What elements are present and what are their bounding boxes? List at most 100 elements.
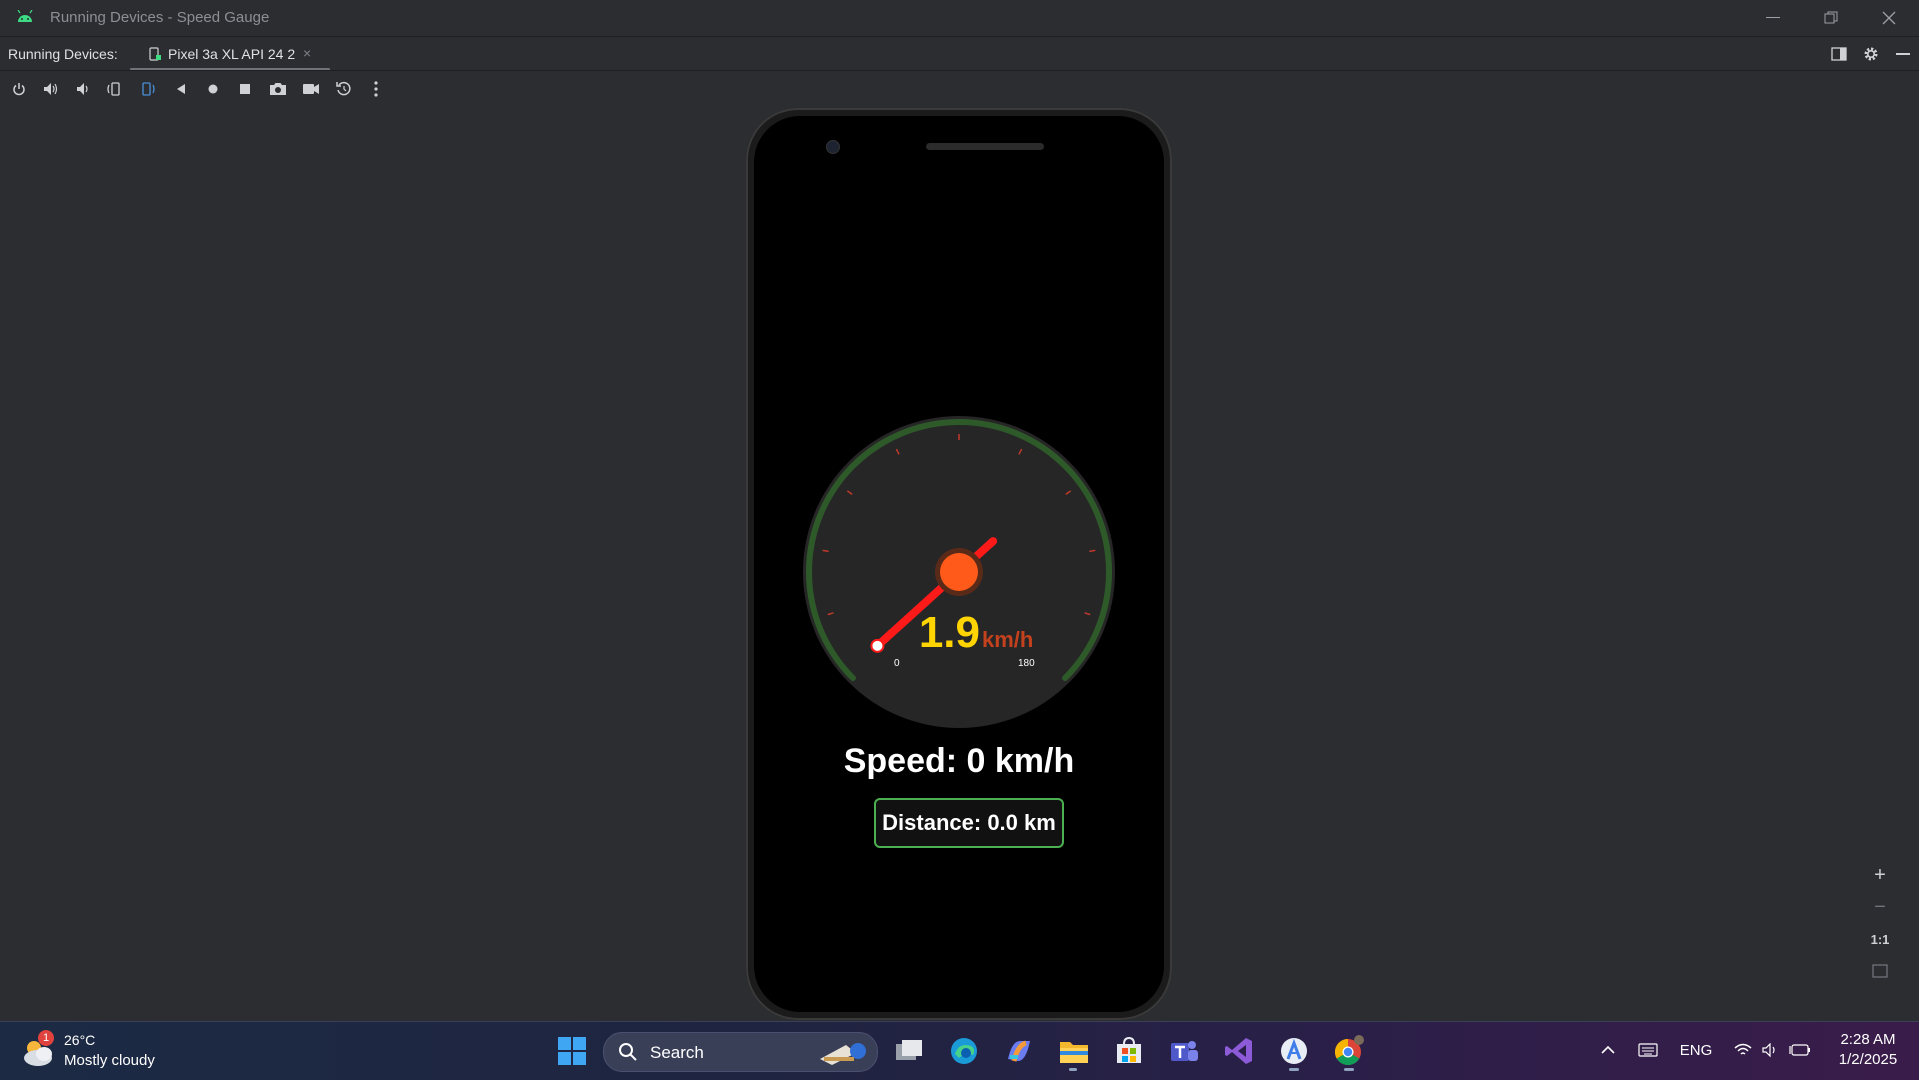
- home-icon: [208, 84, 218, 94]
- android-studio-button[interactable]: [1274, 1032, 1314, 1071]
- overview-icon: [240, 84, 250, 94]
- minimize-button[interactable]: [1758, 6, 1788, 30]
- edge-icon: [951, 1038, 977, 1064]
- start-button[interactable]: [552, 1032, 592, 1070]
- store-icon: [1117, 1036, 1141, 1063]
- actual-size-button[interactable]: 1:1: [1862, 924, 1898, 954]
- volume-down-button[interactable]: [72, 79, 94, 99]
- earpiece-speaker: [926, 143, 1044, 150]
- hide-panel-button[interactable]: [1892, 45, 1914, 63]
- device-frame: 0 180 1.9 km/h Speed: 0 km/h Distance: 0…: [746, 108, 1172, 1020]
- home-button[interactable]: [202, 79, 224, 99]
- windows-start-icon: [558, 1037, 586, 1065]
- gear-icon: [1864, 47, 1878, 61]
- android-icon: [17, 10, 33, 22]
- video-camera-icon: [303, 84, 319, 94]
- window-title-bar: Running Devices - Speed Gauge: [0, 0, 1919, 36]
- close-icon: [1882, 11, 1896, 25]
- close-window-button[interactable]: [1874, 6, 1904, 30]
- chrome-icon: [1334, 1035, 1364, 1066]
- teams-button[interactable]: [1164, 1032, 1204, 1070]
- edge-button[interactable]: [944, 1032, 984, 1070]
- wifi-icon: [1734, 1043, 1752, 1055]
- rotate-left-button[interactable]: [104, 79, 126, 99]
- task-view-icon: [896, 1040, 922, 1060]
- taskbar-search[interactable]: Search: [603, 1032, 878, 1072]
- rotate-right-icon: [142, 82, 155, 96]
- teams-icon: [1171, 1041, 1198, 1061]
- android-studio-icon: [1281, 1038, 1307, 1064]
- reset-button[interactable]: [333, 79, 355, 99]
- gauge-tick: [1089, 549, 1096, 553]
- battery-button[interactable]: [1788, 1038, 1812, 1062]
- search-label: Search: [650, 1043, 704, 1062]
- store-button[interactable]: [1109, 1032, 1149, 1070]
- copilot-button[interactable]: [999, 1032, 1039, 1070]
- keyboard-button[interactable]: [1636, 1038, 1660, 1062]
- task-view-button[interactable]: [889, 1032, 929, 1070]
- speed-gauge: 0 180 1.9 km/h: [803, 416, 1115, 728]
- volume-button[interactable]: [1760, 1038, 1782, 1062]
- visual-studio-icon: [1225, 1038, 1252, 1064]
- search-highlight-icon: [820, 1043, 866, 1065]
- keyboard-icon: [1638, 1043, 1658, 1057]
- layout-toggle-button[interactable]: [1828, 45, 1850, 63]
- rotate-right-button[interactable]: [136, 79, 158, 99]
- restore-button[interactable]: [1816, 6, 1846, 30]
- volume-down-icon: [77, 83, 88, 95]
- tab-close-button[interactable]: ×: [303, 45, 311, 61]
- file-explorer-button[interactable]: [1054, 1032, 1094, 1071]
- layout-icon: [1831, 47, 1847, 61]
- speed-readout: Speed: 0 km/h: [843, 742, 1075, 780]
- file-explorer-icon: [1060, 1042, 1088, 1063]
- weather-condition: Mostly cloudy: [64, 1052, 155, 1069]
- weather-widget[interactable]: 1 26°C Mostly cloudy: [20, 1030, 200, 1074]
- weather-temperature: 26°C: [64, 1032, 96, 1048]
- needle-tip: [870, 638, 885, 653]
- visual-studio-button[interactable]: [1219, 1032, 1259, 1070]
- overview-button[interactable]: [234, 79, 256, 99]
- tab-pixel-3a-xl[interactable]: Pixel 3a XL API 24 2 ×: [130, 37, 330, 71]
- power-button[interactable]: [8, 79, 30, 99]
- zoom-controls: + − 1:1: [1862, 860, 1898, 990]
- running-devices-label: Running Devices:: [8, 46, 118, 62]
- clock-time: 2:28 AM: [1840, 1031, 1896, 1048]
- minimize-panel-icon: [1896, 53, 1910, 55]
- screenshot-button[interactable]: [267, 79, 289, 99]
- system-clock[interactable]: 2:28 AM 1/2/2025: [1820, 1030, 1916, 1070]
- restore-icon: [1824, 11, 1838, 24]
- gauge-max-label: 180: [1018, 658, 1035, 669]
- language-indicator[interactable]: ENG: [1674, 1038, 1718, 1062]
- volume-up-icon: [44, 83, 58, 95]
- back-icon: [177, 84, 185, 94]
- rotate-left-icon: [107, 82, 120, 96]
- gauge-hub-inner: [940, 553, 978, 591]
- fit-screen-icon: [1872, 964, 1888, 978]
- device-bezel: 0 180 1.9 km/h Speed: 0 km/h Distance: 0…: [754, 116, 1164, 1012]
- chevron-up-icon: [1601, 1045, 1615, 1054]
- more-options-button[interactable]: [365, 79, 387, 99]
- power-icon: [13, 83, 25, 96]
- wifi-button[interactable]: [1732, 1038, 1754, 1062]
- chrome-button[interactable]: [1329, 1032, 1369, 1071]
- camera-icon: [270, 83, 286, 95]
- windows-taskbar: 1 26°C Mostly cloudy Search ENG 2:28 AM …: [0, 1021, 1919, 1080]
- volume-up-button[interactable]: [40, 79, 62, 99]
- back-button[interactable]: [170, 79, 192, 99]
- distance-readout: Distance: 0.0 km: [874, 798, 1064, 848]
- device-icon: [149, 47, 161, 61]
- running-devices-tab-bar: Running Devices: Pixel 3a XL API 24 2 ×: [0, 36, 1919, 71]
- device-screen[interactable]: 0 180 1.9 km/h Speed: 0 km/h Distance: 0…: [764, 186, 1154, 986]
- settings-button[interactable]: [1860, 45, 1882, 63]
- gauge-unit: km/h: [982, 627, 1033, 652]
- tab-label: Pixel 3a XL API 24 2: [168, 46, 296, 62]
- fit-screen-button[interactable]: [1862, 956, 1898, 986]
- screen-record-button[interactable]: [300, 79, 322, 99]
- copilot-icon: [1008, 1040, 1030, 1062]
- zoom-in-button[interactable]: +: [1862, 860, 1898, 890]
- zoom-out-button[interactable]: −: [1862, 892, 1898, 922]
- search-icon: [619, 1043, 637, 1061]
- device-toolbar: [0, 70, 1919, 108]
- gauge-min-label: 0: [894, 658, 900, 669]
- show-hidden-icons-button[interactable]: [1598, 1038, 1618, 1062]
